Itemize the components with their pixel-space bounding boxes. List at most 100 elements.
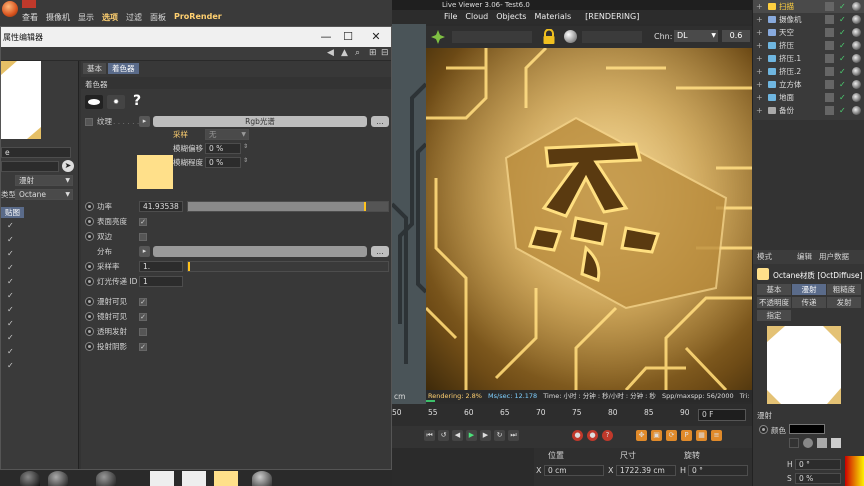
power-slider[interactable] [187, 201, 389, 212]
material-tag-icon[interactable] [852, 2, 861, 11]
distribution-more-button[interactable]: ... [371, 246, 389, 257]
lv-menu-file[interactable]: File [444, 10, 457, 24]
sample-rate-field[interactable]: 1. [139, 261, 183, 272]
visibility-toggle[interactable] [825, 67, 834, 76]
expand-icon[interactable]: + [756, 0, 763, 13]
diffuse-dropdown[interactable]: 漫射 ▼ [15, 175, 73, 186]
object-name[interactable]: 天空 [779, 26, 794, 39]
minimize-icon[interactable]: — [319, 30, 333, 44]
material-tag-icon[interactable] [852, 67, 861, 76]
sample-rate-slider[interactable] [187, 261, 389, 272]
visibility-toggle[interactable] [825, 106, 834, 115]
surface-brightness-radio[interactable] [85, 217, 94, 226]
lv-menu-materials[interactable]: Materials [534, 10, 571, 24]
mat-tab-basic[interactable]: 基本 [757, 284, 791, 295]
go-end-icon[interactable]: ⏭ [508, 430, 519, 441]
left-check-icon[interactable]: ✓ [7, 249, 14, 258]
left-check-icon[interactable]: ✓ [7, 235, 14, 244]
reflect-visible-checkbox[interactable]: ✓ [139, 313, 147, 321]
object-row[interactable]: + 摄像机 ✓ [753, 13, 864, 26]
texture-map-button[interactable]: 贴图 [1, 207, 24, 218]
object-name[interactable]: 立方体 [779, 78, 802, 91]
light-mode-icon[interactable]: ✹ [107, 95, 125, 109]
expand-icon[interactable]: + [756, 104, 763, 117]
stepper-icon[interactable]: ⇕ [243, 143, 248, 150]
left-check-icon[interactable]: ✓ [7, 361, 14, 370]
material-tag-icon[interactable] [852, 54, 861, 63]
help-icon[interactable]: ? [133, 93, 141, 109]
object-row[interactable]: + 备份 ✓ [753, 104, 864, 117]
expand-icon[interactable]: + [756, 91, 763, 104]
mat-tab-opacity[interactable]: 不透明度 [757, 297, 791, 308]
record-icon[interactable]: ● [572, 430, 583, 441]
tab-shader[interactable]: 着色器 [108, 63, 139, 74]
step-forward-icon[interactable]: ▶ [480, 430, 491, 441]
hue-gradient[interactable] [845, 456, 864, 486]
step-back-icon[interactable]: ◀ [452, 430, 463, 441]
mat-tab-transmission[interactable]: 传递 [792, 297, 826, 308]
object-row[interactable]: + 挤压.1 ✓ [753, 52, 864, 65]
render-buttons-group[interactable] [452, 31, 532, 43]
object-row[interactable]: + 天空 ✓ [753, 26, 864, 39]
timeline[interactable]: 50 55 60 65 70 75 80 85 90 0 F [392, 404, 752, 426]
expand-icon[interactable]: + [756, 13, 763, 26]
enable-check-icon[interactable]: ✓ [839, 2, 848, 11]
h-rotation-field[interactable]: 0 ° [688, 465, 748, 476]
pointer-icon[interactable]: ➤ [62, 160, 74, 172]
tab-basic[interactable]: 基本 [83, 63, 106, 74]
back-arrow-icon[interactable]: ◀ [327, 48, 334, 58]
color-swatch[interactable] [789, 424, 825, 434]
color-wheel-icon[interactable] [789, 438, 799, 448]
color-hsv-icon[interactable] [831, 438, 841, 448]
visibility-toggle[interactable] [825, 2, 834, 11]
cast-shadow-radio[interactable] [85, 342, 94, 351]
menu-item-filter[interactable]: 过滤 [126, 12, 142, 24]
frame-field[interactable]: 0 F [698, 409, 746, 421]
object-row[interactable]: + 地面 ✓ [753, 91, 864, 104]
mat-tab-roughness[interactable]: 粗糙度 [827, 284, 861, 295]
sample-rate-radio[interactable] [85, 262, 94, 271]
menu-item-display[interactable]: 显示 [78, 12, 94, 24]
keyframe-help-icon[interactable]: ? [602, 430, 613, 441]
color-anim-radio[interactable] [759, 425, 768, 434]
prev-key-icon[interactable]: ↺ [438, 430, 449, 441]
left-check-icon[interactable]: ✓ [7, 347, 14, 356]
enable-check-icon[interactable]: ✓ [839, 28, 848, 37]
menu-item-panel[interactable]: 面板 [150, 12, 166, 24]
enable-check-icon[interactable]: ✓ [839, 80, 848, 89]
channel-value-field[interactable]: 0.6 [722, 30, 750, 42]
distribution-shader-bar[interactable] [153, 246, 367, 257]
object-row[interactable]: + 扫描 ✓ [753, 0, 864, 13]
menu-item-view[interactable]: 查看 [22, 12, 38, 24]
saturation-field[interactable]: 0 % [795, 473, 841, 484]
object-row[interactable]: + 立方体 ✓ [753, 78, 864, 91]
timeline-ruler[interactable]: 50 55 60 65 70 75 80 85 90 [392, 408, 692, 420]
texture-anim-checkbox[interactable] [85, 118, 93, 126]
power-slider-handle[interactable] [364, 202, 366, 211]
material-ball[interactable] [20, 471, 40, 486]
enable-check-icon[interactable]: ✓ [839, 106, 848, 115]
x-size-field[interactable]: 1722.39 cm [616, 465, 676, 476]
expand-icon[interactable]: + [756, 52, 763, 65]
transparent-emit-checkbox[interactable] [139, 328, 147, 336]
distribution-arrow-icon[interactable]: ▸ [139, 246, 150, 257]
go-start-icon[interactable]: ⏮ [424, 430, 435, 441]
search-icon[interactable]: ⌕ [355, 48, 360, 58]
stepper-icon[interactable]: ⇕ [243, 157, 248, 164]
visibility-toggle[interactable] [825, 93, 834, 102]
render-viewport[interactable] [426, 48, 752, 390]
menu-item-options[interactable]: 选项 [102, 12, 118, 24]
material-ball[interactable] [252, 471, 272, 486]
left-field-name[interactable]: e [1, 147, 71, 158]
double-sided-checkbox[interactable] [139, 233, 147, 241]
object-name[interactable]: 扫描 [779, 0, 794, 13]
lock-icon[interactable]: ⊞ [369, 48, 377, 58]
object-name[interactable]: 备份 [779, 104, 794, 117]
camera-visible-radio[interactable] [85, 297, 94, 306]
param-key-icon[interactable]: P [681, 430, 692, 441]
object-name[interactable]: 挤压 [779, 39, 794, 52]
left-check-icon[interactable]: ✓ [7, 319, 14, 328]
object-name[interactable]: 摄像机 [779, 13, 802, 26]
grid-key-icon[interactable]: ▦ [696, 430, 707, 441]
left-check-icon[interactable]: ✓ [7, 305, 14, 314]
